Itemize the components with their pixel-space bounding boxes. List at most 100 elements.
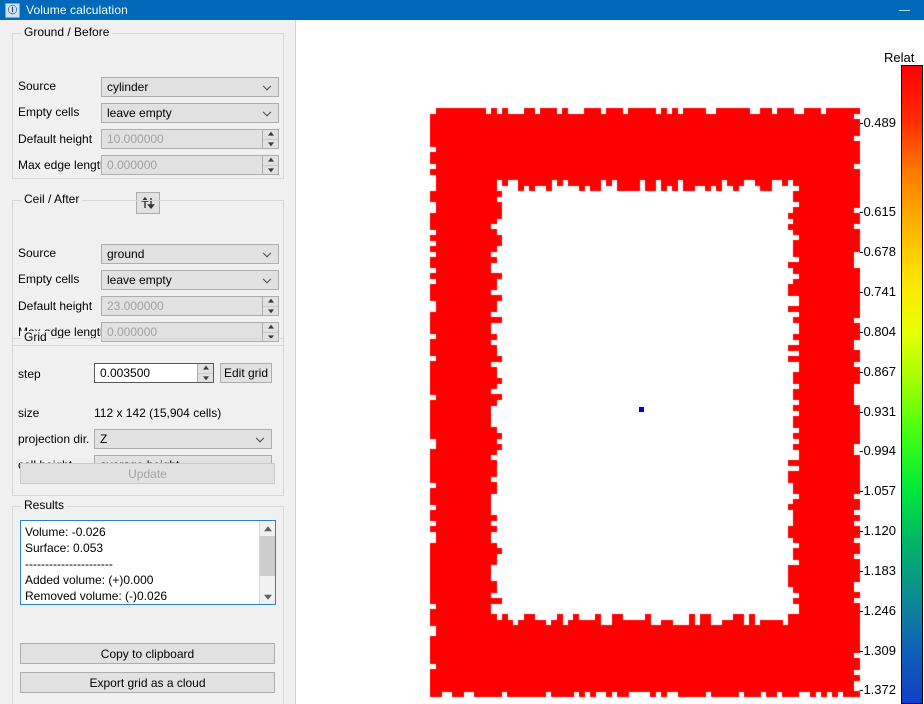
grid-projection-value: Z bbox=[100, 432, 107, 446]
edit-grid-button[interactable]: Edit grid bbox=[220, 363, 272, 383]
export-grid-label: Export grid as a cloud bbox=[89, 676, 205, 690]
settings-panel: Ground / Before Source cylinder Empty ce… bbox=[0, 20, 296, 704]
chevron-down-icon bbox=[264, 249, 272, 257]
spinner-buttons[interactable] bbox=[262, 297, 278, 315]
scalar-bar-tick-label: -0.678 bbox=[859, 244, 896, 259]
scalar-bar-tick-label: -1.120 bbox=[859, 523, 896, 538]
ceil-default-height-label-row: Default height bbox=[18, 299, 92, 313]
scalar-bar-title: Relat bbox=[884, 50, 914, 65]
scalar-bar-tick-label: -0.804 bbox=[859, 324, 896, 339]
ceil-default-height-label: Default height bbox=[18, 299, 92, 313]
grid-step-label: step bbox=[18, 367, 41, 381]
ground-empty-cells-label-row: Empty cells bbox=[18, 105, 79, 119]
spinner-down-icon[interactable] bbox=[263, 307, 278, 316]
ground-empty-cells-value: leave empty bbox=[107, 106, 172, 120]
scalar-color-bar bbox=[901, 65, 923, 704]
scalar-bar-tick-label: -0.994 bbox=[859, 443, 896, 458]
update-label: Update bbox=[128, 467, 167, 481]
ground-default-height-spinbox[interactable]: 10.000000 bbox=[101, 129, 279, 149]
edit-grid-label: Edit grid bbox=[224, 366, 268, 380]
ceil-empty-cells-label-row: Empty cells bbox=[18, 272, 79, 286]
spinner-buttons[interactable] bbox=[197, 364, 213, 382]
results-group-title: Results bbox=[21, 499, 67, 511]
scalar-bar-tick-label: -0.867 bbox=[859, 364, 896, 379]
spinner-buttons[interactable] bbox=[262, 156, 278, 174]
grid-step-label-row: step bbox=[18, 367, 41, 381]
spinner-up-icon[interactable] bbox=[263, 323, 278, 333]
scalar-bar-tick-label: -1.183 bbox=[859, 563, 896, 578]
ceil-source-label-row: Source bbox=[18, 246, 56, 260]
ceil-max-edge-value: 0.000000 bbox=[107, 325, 157, 339]
grid-size-value-row: 112 x 142 (15,904 cells) bbox=[94, 406, 221, 420]
minimize-button[interactable] bbox=[884, 0, 924, 20]
spinner-down-icon[interactable] bbox=[263, 140, 278, 149]
scroll-down-icon[interactable] bbox=[260, 589, 275, 604]
chevron-down-icon bbox=[264, 108, 272, 116]
ground-max-edge-label: Max edge length bbox=[18, 158, 107, 172]
ground-empty-cells-combo[interactable]: leave empty bbox=[101, 103, 279, 123]
grid-group-title: Grid bbox=[21, 331, 50, 343]
ground-default-height-value: 10.000000 bbox=[107, 132, 164, 146]
ground-empty-cells-label: Empty cells bbox=[18, 105, 79, 119]
update-button[interactable]: Update bbox=[20, 463, 275, 484]
grid-step-spinbox[interactable]: 0.003500 bbox=[94, 363, 214, 383]
scalar-bar-tick-label: -1.309 bbox=[859, 643, 896, 658]
results-text: Volume: -0.026 Surface: 0.053 ----------… bbox=[25, 524, 257, 605]
grid-step-value: 0.003500 bbox=[100, 366, 150, 380]
grid-projection-label-row: projection dir. bbox=[18, 432, 89, 446]
title-bar: Ⓘ Volume calculation bbox=[0, 0, 924, 20]
ceil-source-combo[interactable]: ground bbox=[101, 244, 279, 264]
spinner-down-icon[interactable] bbox=[263, 166, 278, 175]
spinner-up-icon[interactable] bbox=[263, 156, 278, 166]
ceil-default-height-value: 23.000000 bbox=[107, 299, 164, 313]
chevron-down-icon bbox=[264, 82, 272, 90]
scalar-bar-tick-label: -1.372 bbox=[859, 682, 896, 697]
results-textarea[interactable]: Volume: -0.026 Surface: 0.053 ----------… bbox=[20, 520, 276, 605]
results-scrollbar[interactable] bbox=[259, 521, 275, 604]
spinner-buttons[interactable] bbox=[262, 130, 278, 148]
copy-to-clipboard-button[interactable]: Copy to clipboard bbox=[20, 643, 275, 664]
spinner-up-icon[interactable] bbox=[263, 297, 278, 307]
scalar-bar-tick-label: -1.246 bbox=[859, 603, 896, 618]
scalar-bar-tick-label: -0.931 bbox=[859, 404, 896, 419]
grid-size-label: size bbox=[18, 406, 39, 420]
ground-source-label: Source bbox=[18, 79, 56, 93]
ground-max-edge-spinbox[interactable]: 0.000000 bbox=[101, 155, 279, 175]
ground-source-label-row: Source bbox=[18, 79, 56, 93]
ground-max-edge-label-row: Max edge length bbox=[18, 158, 107, 172]
grid-projection-combo[interactable]: Z bbox=[94, 429, 272, 449]
volume-calculation-window: Ⓘ Volume calculation Ground / Before Sou… bbox=[0, 0, 924, 704]
spinner-up-icon[interactable] bbox=[198, 364, 213, 374]
ground-max-edge-value: 0.000000 bbox=[107, 158, 157, 172]
ground-default-height-label-row: Default height bbox=[18, 132, 92, 146]
minimize-icon bbox=[899, 10, 910, 11]
grid-size-value: 112 x 142 (15,904 cells) bbox=[94, 406, 221, 420]
ceil-source-label: Source bbox=[18, 246, 56, 260]
grid-preview-viewport[interactable]: Relat -0.489 -0.615 -0.678 -0.741 -0.804 -0.8… bbox=[297, 20, 924, 704]
ceil-empty-cells-combo[interactable]: leave empty bbox=[101, 270, 279, 290]
scalar-bar-tick-label: -0.615 bbox=[859, 204, 896, 219]
grid-projection-label: projection dir. bbox=[18, 432, 89, 446]
scalar-bar-tick-label: -0.741 bbox=[859, 284, 896, 299]
ceil-after-group-title: Ceil / After bbox=[21, 193, 82, 205]
ceil-default-height-spinbox[interactable]: 23.000000 bbox=[101, 296, 279, 316]
ground-source-combo[interactable]: cylinder bbox=[101, 77, 279, 97]
ground-before-group-title: Ground / Before bbox=[21, 26, 112, 38]
export-grid-button[interactable]: Export grid as a cloud bbox=[20, 672, 275, 693]
ceil-empty-cells-value: leave empty bbox=[107, 273, 172, 287]
scroll-up-icon[interactable] bbox=[260, 521, 275, 536]
grid-size-label-row: size bbox=[18, 406, 39, 420]
chevron-down-icon bbox=[257, 434, 265, 442]
ground-source-value: cylinder bbox=[107, 80, 148, 94]
spinner-down-icon[interactable] bbox=[198, 374, 213, 383]
ceil-empty-cells-label: Empty cells bbox=[18, 272, 79, 286]
spinner-up-icon[interactable] bbox=[263, 130, 278, 140]
ceil-source-value: ground bbox=[107, 247, 144, 261]
chevron-down-icon bbox=[264, 275, 272, 283]
cloudcompare-icon: Ⓘ bbox=[5, 3, 20, 18]
scalar-bar-tick-label: -0.489 bbox=[859, 115, 896, 130]
center-marker bbox=[639, 407, 644, 412]
copy-to-clipboard-label: Copy to clipboard bbox=[101, 647, 194, 661]
ground-default-height-label: Default height bbox=[18, 132, 92, 146]
scrollbar-thumb[interactable] bbox=[260, 536, 275, 576]
